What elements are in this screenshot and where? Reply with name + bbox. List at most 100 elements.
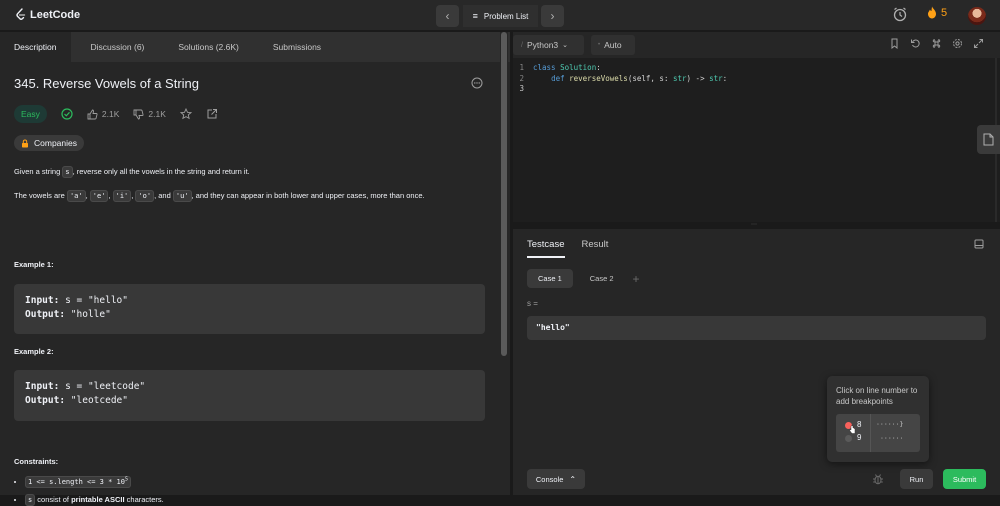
description-scrollbar[interactable]	[500, 32, 508, 495]
description-panel: Description Discussion (6) Solutions (2.…	[0, 32, 510, 506]
tab-result[interactable]: Result	[582, 239, 609, 250]
desc-text: Given a string	[14, 166, 63, 176]
inline-code: s	[25, 494, 36, 506]
constraints-list: 1 <= s.length <= 3 * 105 s consist of pr…	[14, 468, 484, 506]
line-number[interactable]: 2	[513, 74, 533, 85]
tab-solutions[interactable]: Solutions (2.6K)	[158, 32, 252, 62]
share-icon[interactable]	[206, 108, 218, 120]
code-area[interactable]: 1 class Solution: 2 def reverseVowels(se…	[513, 63, 727, 95]
reset-icon[interactable]	[910, 38, 921, 49]
demo-gutter: 8 9	[836, 414, 871, 452]
problem-description: 345. Reverse Vowels of a String Easy 2.1…	[14, 76, 489, 506]
input-label: s =	[527, 299, 538, 308]
breakpoint-demo: 8 9 ······} ······	[836, 414, 920, 452]
cursor-hand-icon	[849, 425, 856, 434]
prev-problem-button[interactable]: ‹	[436, 5, 459, 27]
example-1-title: Example 1:	[14, 260, 54, 269]
editor-actions	[889, 38, 984, 49]
desc-text: characters.	[124, 495, 164, 505]
streak-counter[interactable]: 5	[927, 6, 947, 19]
notes-side-tab[interactable]	[977, 125, 1000, 154]
breakpoint-dot-icon	[845, 435, 852, 442]
leetcode-logo[interactable]: LeetCode	[15, 8, 80, 21]
code-editor: / Python3 ⌄ • Auto 1 class Solution: 2 d…	[513, 32, 1000, 222]
lock-icon	[22, 138, 28, 147]
description-paragraph-2: The vowels are 'a', 'e', 'i', 'o', and '…	[14, 189, 425, 202]
companies-label: Companies	[34, 138, 77, 148]
leetcode-logo-icon	[16, 8, 26, 20]
inline-code: 'a'	[66, 189, 86, 202]
example-2-title: Example 2:	[14, 347, 54, 356]
output-label: Output:	[25, 309, 66, 320]
shortcut-icon[interactable]	[931, 38, 942, 49]
console-button[interactable]: Console ⌃	[527, 469, 585, 489]
input-value: s = "leetcode"	[65, 381, 146, 392]
output-label: Output:	[25, 395, 66, 406]
line-number[interactable]: 3	[513, 84, 533, 95]
add-case-button[interactable]: +	[633, 272, 640, 286]
auto-label: Auto	[604, 40, 622, 50]
run-button[interactable]: Run	[900, 469, 933, 489]
fullscreen-icon[interactable]	[973, 38, 984, 49]
input-label: Input:	[25, 295, 60, 306]
inline-code: 'e'	[89, 189, 109, 202]
inline-code: s	[62, 165, 73, 178]
debug-button[interactable]	[867, 469, 889, 489]
case-1-tab[interactable]: Case 1	[527, 269, 573, 288]
chevron-down-icon: ⌄	[562, 42, 569, 49]
tab-testcase[interactable]: Testcase	[527, 239, 565, 258]
problem-tags: Easy 2.1K 2.1K	[14, 105, 489, 123]
tab-submissions[interactable]: Submissions	[253, 32, 335, 62]
desc-text: , and they can appear in both lower and …	[191, 190, 425, 200]
inline-code: 'u'	[172, 189, 192, 202]
avatar	[968, 7, 986, 25]
editor-toolbar: / Python3 ⌄ • Auto	[513, 32, 1000, 58]
tab-description[interactable]: Description	[0, 32, 71, 62]
document-icon	[983, 133, 994, 146]
desc-text: The vowels are	[14, 190, 67, 200]
top-bar: LeetCode ‹ ≡ Problem List › 5	[0, 0, 1000, 31]
case-2-tab[interactable]: Case 2	[579, 269, 625, 288]
desc-text: , reverse only all the vowels in the str…	[72, 166, 250, 176]
dot-icon: •	[598, 42, 601, 48]
chevron-left-icon: ‹	[445, 9, 450, 23]
problem-list-button[interactable]: ≡ Problem List	[463, 5, 538, 27]
star-icon[interactable]	[179, 108, 192, 120]
thumbs-down-icon	[133, 109, 144, 119]
desc-text: , and	[154, 190, 173, 200]
timer-button[interactable]	[892, 6, 908, 22]
desc-text: consist of	[35, 495, 72, 505]
companies-tag[interactable]: Companies	[14, 135, 84, 151]
language-select[interactable]: / Python3 ⌄	[513, 35, 584, 55]
settings-gear-icon[interactable]	[952, 38, 963, 49]
scrollbar-thumb[interactable]	[501, 32, 507, 356]
code-text: class Solution:	[533, 63, 601, 72]
submit-button[interactable]: Submit	[943, 469, 986, 489]
tab-discussion[interactable]: Discussion (6)	[71, 32, 159, 62]
breakpoint-tooltip: Click on line number to add breakpoints …	[827, 376, 929, 462]
next-problem-button[interactable]: ›	[541, 5, 564, 27]
chevron-right-icon: ›	[550, 9, 555, 23]
auto-mode-select[interactable]: • Auto	[591, 35, 635, 55]
testcase-input-field[interactable]: "hello"	[527, 316, 986, 340]
code-line: 3	[513, 84, 727, 95]
solved-check-icon	[61, 108, 73, 120]
bookmark-icon[interactable]	[889, 38, 900, 49]
drag-dots-icon: ⋯	[751, 222, 757, 228]
panel-resize-handle[interactable]: ⋯	[513, 222, 1000, 229]
demo-code: ······}	[876, 420, 904, 428]
user-menu[interactable]	[968, 7, 986, 25]
dislike-button[interactable]: 2.1K	[133, 109, 166, 120]
inline-code: 'i'	[112, 189, 132, 202]
input-value: s = "hello"	[65, 295, 128, 306]
like-button[interactable]: 2.1K	[87, 109, 119, 120]
example-2-box: Input: s = "leetcode" Output: "leotcede"	[14, 370, 485, 421]
constraint-code: 1 <= s.length <= 3 * 10	[28, 478, 125, 487]
language-label: Python3	[526, 40, 559, 50]
more-options-icon[interactable]	[471, 77, 483, 89]
collapse-panel-icon[interactable]	[974, 239, 984, 249]
example-1-box: Input: s = "hello" Output: "holle"	[14, 284, 485, 334]
bug-icon	[873, 474, 883, 485]
problem-title: 345. Reverse Vowels of a String	[14, 76, 199, 91]
line-number[interactable]: 1	[513, 63, 533, 74]
